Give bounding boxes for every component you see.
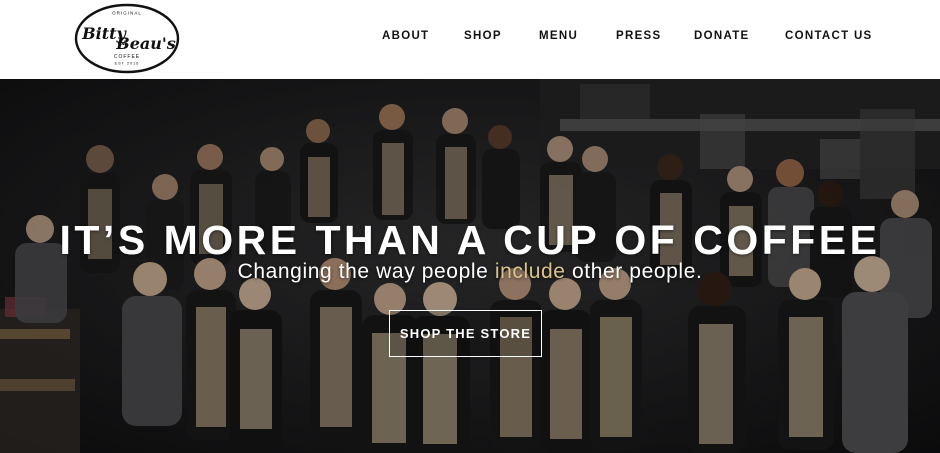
nav-item-shop[interactable]: SHOP xyxy=(464,30,502,42)
nav-item-contact-us[interactable]: CONTACT US xyxy=(785,30,873,42)
hero-sub-accent: include xyxy=(494,260,566,283)
hero-headline: IT’S MORE THAN A CUP OF COFFEE xyxy=(59,217,881,263)
main-nav: ABOUT SHOP MENU PRESS DONATE CONTACT US xyxy=(0,0,940,79)
nav-item-press[interactable]: PRESS xyxy=(616,30,662,42)
site-header: ORIGINAL Bitty & Beau's COFFEE EST 2016 … xyxy=(0,0,940,79)
hero-sub-after: other people. xyxy=(565,260,703,283)
nav-item-about[interactable]: ABOUT xyxy=(382,30,429,42)
hero-sub-before: Changing the way people xyxy=(237,260,495,283)
hero-subheadline: Changing the way people include other pe… xyxy=(0,258,940,286)
nav-item-menu[interactable]: MENU xyxy=(539,30,578,42)
shop-the-store-button[interactable]: SHOP THE STORE xyxy=(389,310,542,357)
hero-banner: IT’S MORE THAN A CUP OF COFFEE Changing … xyxy=(0,79,940,453)
nav-item-donate[interactable]: DONATE xyxy=(694,30,750,42)
